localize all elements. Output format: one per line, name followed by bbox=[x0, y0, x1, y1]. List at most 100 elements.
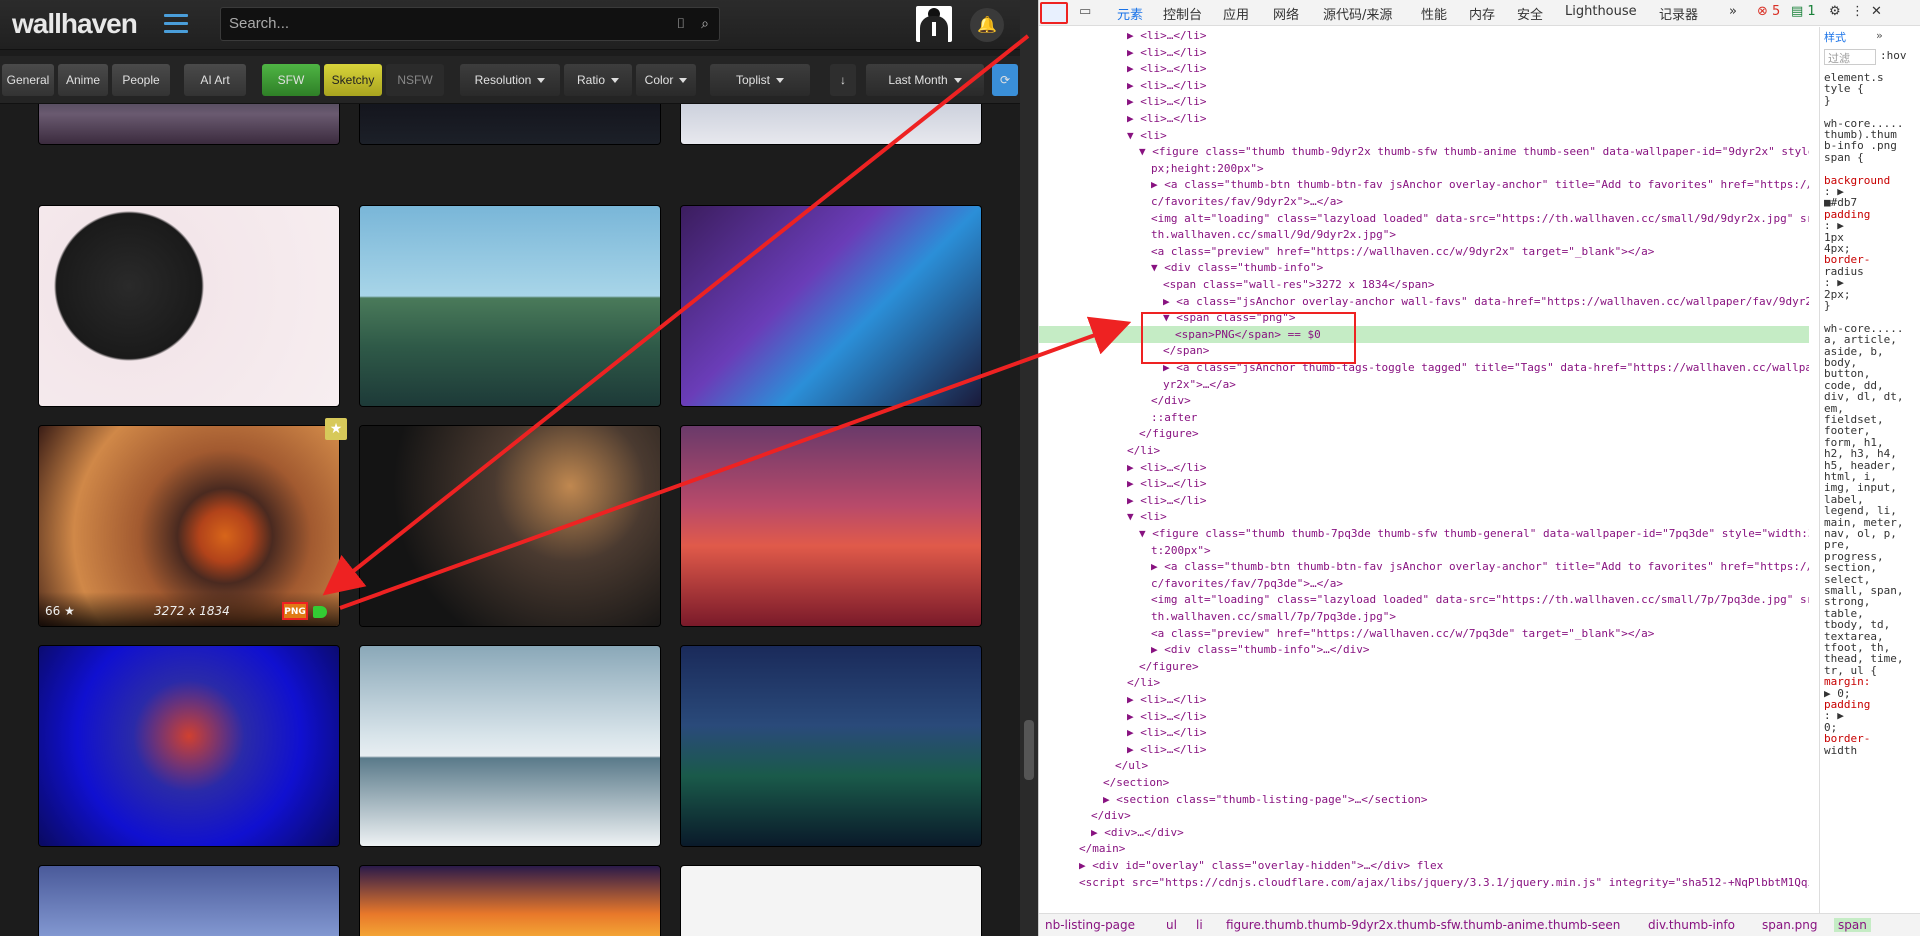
kebab-menu-icon[interactable]: ⋮ bbox=[1851, 4, 1864, 19]
dom-node-line[interactable]: </li> bbox=[1039, 442, 1809, 459]
favorites-count[interactable]: 66 ★ bbox=[45, 604, 75, 618]
dom-node-line[interactable]: ▶ <div class="thumb-info">…</div> bbox=[1039, 641, 1809, 658]
dom-node-line[interactable]: ▶ <li>…</li> bbox=[1039, 475, 1809, 492]
dom-node-line[interactable]: ▶ <div id="overlay" class="overlay-hidde… bbox=[1039, 857, 1809, 874]
dom-node-line[interactable]: yr2x">…</a> bbox=[1039, 376, 1809, 393]
breadcrumb-item[interactable]: span.png bbox=[1762, 918, 1817, 932]
error-count[interactable]: ⊗ 5 bbox=[1757, 4, 1780, 19]
thumbnail[interactable] bbox=[681, 426, 981, 626]
bell-icon[interactable]: 🔔 bbox=[970, 8, 1004, 42]
search-icon[interactable]: ⌕ bbox=[696, 15, 714, 33]
tab-recorder[interactable]: 记录器 bbox=[1659, 4, 1698, 23]
breadcrumb-item[interactable]: nb-listing-page bbox=[1045, 918, 1135, 932]
dom-node-line[interactable]: c/favorites/fav/7pq3de">…</a> bbox=[1039, 575, 1809, 592]
filter-anime[interactable]: Anime bbox=[58, 64, 108, 96]
dom-node-line[interactable]: ▶ <a class="thumb-btn thumb-btn-fav jsAn… bbox=[1039, 176, 1809, 193]
close-icon[interactable]: ✕ bbox=[1871, 4, 1882, 19]
menu-icon[interactable] bbox=[164, 14, 188, 34]
dom-node-line[interactable]: ▶ <li>…</li> bbox=[1039, 93, 1809, 110]
dropdown-ratio[interactable]: Ratio bbox=[564, 64, 632, 96]
dropdown-last-month[interactable]: Last Month bbox=[866, 64, 984, 96]
dom-node-line[interactable]: ▶ <li>…</li> bbox=[1039, 27, 1809, 44]
dom-node-line[interactable]: px;height:200px"> bbox=[1039, 160, 1809, 177]
dom-node-line[interactable]: ▶ <li>…</li> bbox=[1039, 44, 1809, 61]
thumbnail[interactable] bbox=[681, 866, 981, 936]
dom-node-line[interactable]: t:200px"> bbox=[1039, 542, 1809, 559]
thumbnail[interactable] bbox=[360, 866, 660, 936]
dom-node-line[interactable]: ▼ <li> bbox=[1039, 508, 1809, 525]
inspect-element-icon[interactable] bbox=[1040, 2, 1068, 24]
dropdown-resolution[interactable]: Resolution bbox=[460, 64, 560, 96]
dom-node-line[interactable]: c/favorites/fav/9dyr2x">…</a> bbox=[1039, 193, 1809, 210]
dom-node-line[interactable]: ▼ <li> bbox=[1039, 127, 1809, 144]
tag-icon[interactable] bbox=[313, 606, 327, 618]
breadcrumb-item[interactable]: span bbox=[1834, 918, 1871, 932]
tab-security[interactable]: 安全 bbox=[1517, 4, 1543, 23]
dom-node-line[interactable]: ▼ <figure class="thumb thumb-9dyr2x thum… bbox=[1039, 143, 1809, 160]
tab-application[interactable]: 应用 bbox=[1223, 4, 1249, 23]
tab-console[interactable]: 控制台 bbox=[1163, 4, 1202, 23]
dom-node-line[interactable]: </ul> bbox=[1039, 757, 1809, 774]
more-tabs-icon[interactable]: » bbox=[1729, 4, 1737, 19]
filter-nsfw[interactable]: NSFW bbox=[386, 64, 444, 96]
breadcrumb-item[interactable]: ul bbox=[1166, 918, 1177, 932]
dom-node-line[interactable]: ▶ <li>…</li> bbox=[1039, 708, 1809, 725]
dom-node-line[interactable]: ▼ <div class="thumb-info"> bbox=[1039, 259, 1809, 276]
thumbnail[interactable]: 66 ★ 3272 x 1834 PNG bbox=[39, 426, 339, 626]
breadcrumb-item[interactable]: figure.thumb.thumb-9dyr2x.thumb-sfw.thum… bbox=[1226, 918, 1620, 932]
page-scrollbar[interactable] bbox=[1020, 0, 1038, 936]
dropdown-toplist[interactable]: Toplist bbox=[710, 64, 810, 96]
dom-node-line[interactable]: </figure> bbox=[1039, 658, 1809, 675]
tab-performance[interactable]: 性能 bbox=[1421, 4, 1447, 23]
search-input[interactable]: Search... bbox=[220, 7, 720, 41]
dom-node-line[interactable]: ▶ <li>…</li> bbox=[1039, 691, 1809, 708]
dom-node-line[interactable]: ::after bbox=[1039, 409, 1809, 426]
thumbnail[interactable] bbox=[681, 646, 981, 846]
dom-node-line[interactable]: </div> bbox=[1039, 392, 1809, 409]
filter-ai-art[interactable]: AI Art bbox=[184, 64, 246, 96]
dom-node-line[interactable]: ▶ <li>…</li> bbox=[1039, 741, 1809, 758]
dom-node-line[interactable]: </figure> bbox=[1039, 425, 1809, 442]
thumbnail[interactable] bbox=[39, 866, 339, 936]
dom-node-line[interactable]: ▶ <div>…</div> bbox=[1039, 824, 1809, 841]
tab-memory[interactable]: 内存 bbox=[1469, 4, 1495, 23]
dom-node-line[interactable]: ▶ <a class="thumb-btn thumb-btn-fav jsAn… bbox=[1039, 558, 1809, 575]
tab-sources[interactable]: 源代码/来源 bbox=[1323, 4, 1392, 23]
filter-general[interactable]: General bbox=[2, 64, 54, 96]
dom-node-line[interactable]: ▶ <li>…</li> bbox=[1039, 459, 1809, 476]
tab-styles[interactable]: 样式 bbox=[1824, 29, 1846, 45]
thumbnail[interactable] bbox=[360, 426, 660, 626]
refresh-icon[interactable]: ⟳ bbox=[992, 64, 1018, 96]
filter-sfw[interactable]: SFW bbox=[262, 64, 320, 96]
tab-network[interactable]: 网络 bbox=[1273, 4, 1299, 23]
dom-node-line[interactable]: <a class="preview" href="https://wallhav… bbox=[1039, 625, 1809, 642]
dom-node-line[interactable]: </div> bbox=[1039, 807, 1809, 824]
dom-node-line[interactable]: ▶ <a class="jsAnchor overlay-anchor wall… bbox=[1039, 293, 1809, 310]
message-count[interactable]: ▤ 1 bbox=[1791, 4, 1816, 19]
dom-node-line[interactable]: </main> bbox=[1039, 840, 1809, 857]
dom-node-line[interactable]: th.wallhaven.cc/small/9d/9dyr2x.jpg"> bbox=[1039, 226, 1809, 243]
avatar[interactable] bbox=[916, 6, 952, 42]
settings-icon[interactable]: ⚙ bbox=[1829, 4, 1841, 19]
sort-order-icon[interactable]: ↓ bbox=[830, 64, 856, 96]
thumbnail[interactable] bbox=[681, 206, 981, 406]
tab-elements[interactable]: 元素 bbox=[1117, 4, 1143, 23]
dropdown-color[interactable]: Color bbox=[636, 64, 696, 96]
dom-node-line[interactable]: </section> bbox=[1039, 774, 1809, 791]
dom-node-line[interactable]: <script src="https://cdnjs.cloudflare.co… bbox=[1039, 874, 1809, 891]
dom-node-line[interactable]: ▶ <li>…</li> bbox=[1039, 724, 1809, 741]
dom-node-line[interactable]: <img alt="loading" class="lazyload loade… bbox=[1039, 591, 1809, 608]
filter-sketchy[interactable]: Sketchy bbox=[324, 64, 382, 96]
dom-node-line[interactable]: <a class="preview" href="https://wallhav… bbox=[1039, 243, 1809, 260]
breadcrumb-item[interactable]: div.thumb-info bbox=[1648, 918, 1735, 932]
more-panes-icon[interactable]: » bbox=[1876, 29, 1883, 42]
dom-node-line[interactable]: <span class="wall-res">3272 x 1834</span… bbox=[1039, 276, 1809, 293]
thumbnail[interactable] bbox=[39, 646, 339, 846]
site-logo[interactable]: wallhaven bbox=[12, 8, 138, 40]
star-icon[interactable]: ★ bbox=[325, 418, 347, 440]
dom-node-line[interactable]: ▶ <li>…</li> bbox=[1039, 77, 1809, 94]
tab-lighthouse[interactable]: Lighthouse bbox=[1565, 4, 1637, 19]
dom-node-line[interactable]: ▶ <li>…</li> bbox=[1039, 110, 1809, 127]
thumbnail[interactable] bbox=[360, 646, 660, 846]
filter-people[interactable]: People bbox=[112, 64, 170, 96]
